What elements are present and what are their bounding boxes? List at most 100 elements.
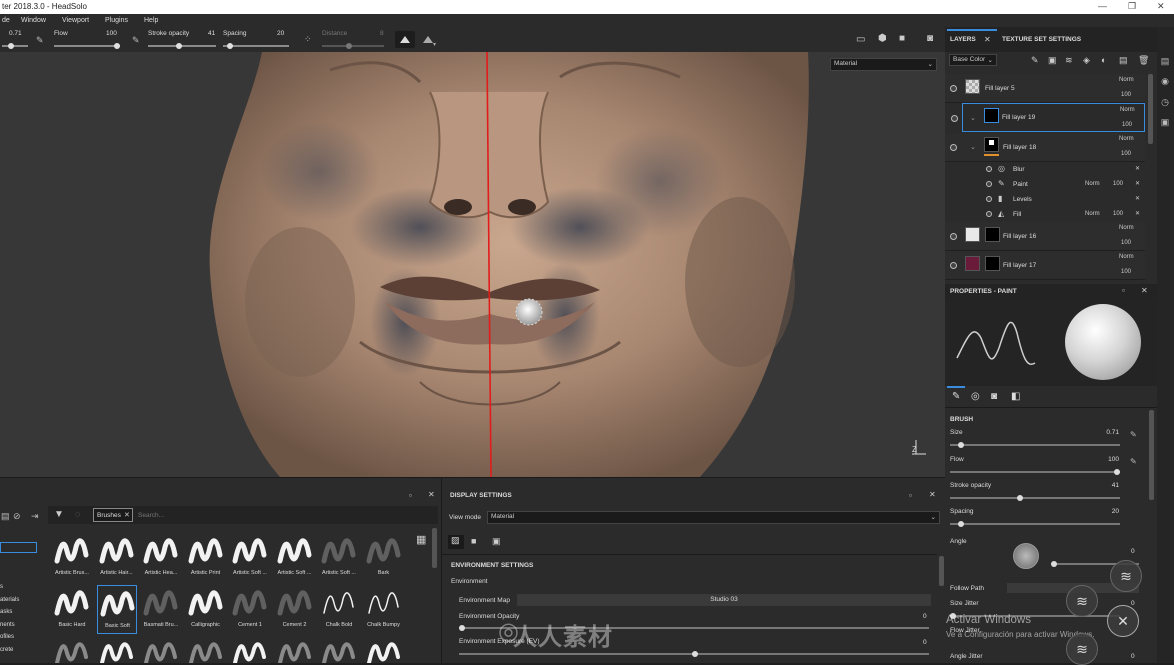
layer-row-fill-16[interactable]: Fill layer 16 Norm 100 [945, 222, 1145, 251]
visibility-eye-icon[interactable] [986, 166, 992, 172]
remove-filter-icon[interactable]: ✕ [124, 511, 130, 519]
viewport-mode-select[interactable]: Material ⌄ [830, 58, 937, 71]
brush-preset-tile[interactable]: Artistic Hair... [97, 533, 137, 582]
float-panel-icon[interactable]: ▫ [1122, 286, 1125, 295]
brush-preset-tile[interactable] [52, 639, 92, 665]
video-camera-icon[interactable]: ■ [899, 33, 905, 44]
pen-pressure-icon[interactable]: ✎ [1130, 430, 1137, 439]
log-icon[interactable]: ▣ [1159, 117, 1171, 129]
add-fill-layer-icon[interactable]: ≋ [1065, 55, 1073, 66]
pen-pressure-icon[interactable]: ✎ [36, 35, 44, 46]
layer-row-fill-17[interactable]: Fill layer 17 Norm 100 [945, 251, 1145, 280]
slider-knob[interactable] [1114, 469, 1120, 475]
size-slider[interactable] [2, 43, 28, 49]
slider-knob[interactable] [958, 442, 964, 448]
brush-preset-tile[interactable]: Bark [364, 533, 404, 582]
environment-tab[interactable]: ▨ [448, 535, 464, 549]
brush-preset-tile[interactable] [319, 639, 359, 665]
flow-slider[interactable] [54, 43, 120, 49]
shelf-category-item[interactable]: s [0, 584, 3, 590]
menu-window[interactable]: Window [21, 17, 46, 24]
viewer-settings-icon[interactable]: ▣ [492, 536, 501, 547]
effect-opacity[interactable]: 100 [1113, 181, 1123, 187]
close-tab-icon[interactable]: ✕ [984, 35, 991, 44]
add-folder-icon[interactable]: ▤ [1119, 55, 1128, 66]
brush-preset-tile[interactable]: Calligraphic [186, 585, 226, 634]
lazy-mouse-overlay-button[interactable]: ≋ [1110, 560, 1142, 592]
camera-settings-icon[interactable]: ■ [471, 536, 476, 546]
effect-opacity[interactable]: 100 [1113, 211, 1123, 217]
shelf-category-item[interactable]: ofiles [0, 634, 14, 640]
remove-effect-icon[interactable]: ✕ [1135, 180, 1140, 187]
layer-row-fill-5[interactable]: Fill layer 5 Norm 100 [945, 74, 1145, 103]
effect-row-blur[interactable]: ◎ Blur ✕ [945, 162, 1145, 177]
brush-preset-tile[interactable]: Artistic Print [186, 533, 226, 582]
tab-layers[interactable]: LAYERS [950, 36, 976, 43]
brush-preset-tile[interactable]: Artistic Soft ... [275, 533, 315, 582]
shelf-scrollbar[interactable] [432, 528, 437, 568]
brush-tab-icon[interactable]: ✎ [952, 391, 960, 402]
layers-scrollbar[interactable] [1148, 74, 1153, 144]
add-mask-icon[interactable]: ◈ [1083, 55, 1090, 66]
view-mode-select[interactable]: Material ⌄ [487, 511, 940, 524]
slider-knob[interactable] [1017, 495, 1023, 501]
remove-effect-icon[interactable]: ✕ [1135, 210, 1140, 217]
layer-opacity[interactable]: 100 [1121, 151, 1131, 157]
refresh-icon[interactable]: ◌ [75, 509, 80, 519]
delete-layer-icon[interactable]: 🗑 [1138, 55, 1149, 66]
overlay-button-2[interactable]: ≋ [1066, 585, 1098, 617]
screenshot-icon[interactable]: ◙ [927, 33, 933, 44]
alpha-tab-icon[interactable]: ◎ [971, 391, 980, 402]
spacing-slider[interactable] [223, 43, 289, 49]
brushes-filter-tag[interactable]: Brushes ✕ [93, 508, 133, 522]
close-panel-icon[interactable]: ✕ [1141, 286, 1148, 295]
channel-select[interactable]: Base Color ⌄ [949, 54, 997, 66]
layer-opacity[interactable]: 100 [1121, 240, 1131, 246]
brush-preset-tile[interactable]: Cement 1 [230, 585, 270, 634]
angle-dial[interactable] [1013, 543, 1039, 569]
layer-opacity[interactable]: 100 [1121, 269, 1131, 275]
brush-preset-tile[interactable]: Basmati Bru... [141, 585, 181, 634]
visibility-eye-icon[interactable] [950, 85, 957, 92]
stroke-opacity-slider[interactable] [148, 43, 216, 49]
layer-opacity[interactable]: 100 [1122, 122, 1132, 128]
effect-row-paint[interactable]: ✎ Paint Norm 100 ✕ [945, 177, 1145, 192]
param-slider[interactable] [950, 442, 1120, 448]
param-slider[interactable] [950, 495, 1120, 501]
close-panel-icon[interactable]: ✕ [428, 490, 435, 499]
flow-pressure-icon[interactable]: ✎ [132, 35, 140, 46]
grid-view-icon[interactable]: ▦ [416, 533, 426, 546]
camera-2d-icon[interactable]: ▭ [856, 34, 865, 45]
add-effect-icon[interactable]: ▣ [1048, 55, 1057, 66]
brush-preset-tile[interactable]: Basic Soft [96, 585, 137, 634]
3d-viewport[interactable]: Z Material ⌄ [0, 52, 945, 477]
distance-slider[interactable] [322, 43, 384, 49]
env-map-selector[interactable]: Studio 03 [517, 594, 931, 606]
brush-preset-tile[interactable]: Artistic Soft ... [319, 533, 359, 582]
cube-view-icon[interactable]: ⬢ [878, 33, 887, 44]
overlay-button-4[interactable]: ≋ [1066, 633, 1098, 665]
param-slider[interactable] [950, 469, 1120, 475]
filter-icon[interactable]: ▼ [54, 509, 64, 520]
menu-help[interactable]: Help [144, 17, 158, 24]
display-settings-scrollbar[interactable] [939, 556, 944, 586]
layer-opacity[interactable]: 100 [1121, 92, 1131, 98]
tab-texture-set-settings[interactable]: TEXTURE SET SETTINGS [1002, 36, 1081, 43]
visibility-eye-icon[interactable] [951, 115, 958, 122]
brush-preset-tile[interactable]: Artistic Brus... [52, 533, 92, 582]
layer-blend-mode[interactable]: Norm [1120, 107, 1135, 113]
symmetry-options-button[interactable]: ▾ [419, 31, 439, 48]
layer-row-fill-18[interactable]: ⌄ Fill layer 18 Norm 100 [945, 133, 1145, 162]
shelf-category-item[interactable]: aterials [0, 597, 19, 603]
brush-preset-tile[interactable]: Basic Hard [52, 585, 92, 634]
visibility-eye-icon[interactable] [950, 144, 957, 151]
layers-panel-icon[interactable]: ▤ [1159, 56, 1171, 68]
layer-blend-mode[interactable]: Norm [1119, 136, 1134, 142]
menu-viewport[interactable]: Viewport [62, 17, 89, 24]
stencil-tab-icon[interactable]: ◙ [991, 391, 997, 402]
shelf-list-icon[interactable]: ▤ [1, 511, 10, 522]
pen-pressure-icon[interactable]: ✎ [1130, 457, 1137, 466]
add-generator-icon[interactable]: ◐ [1101, 55, 1106, 65]
remove-effect-icon[interactable]: ✕ [1135, 195, 1140, 202]
shelf-category-item[interactable]: crete [0, 647, 13, 653]
